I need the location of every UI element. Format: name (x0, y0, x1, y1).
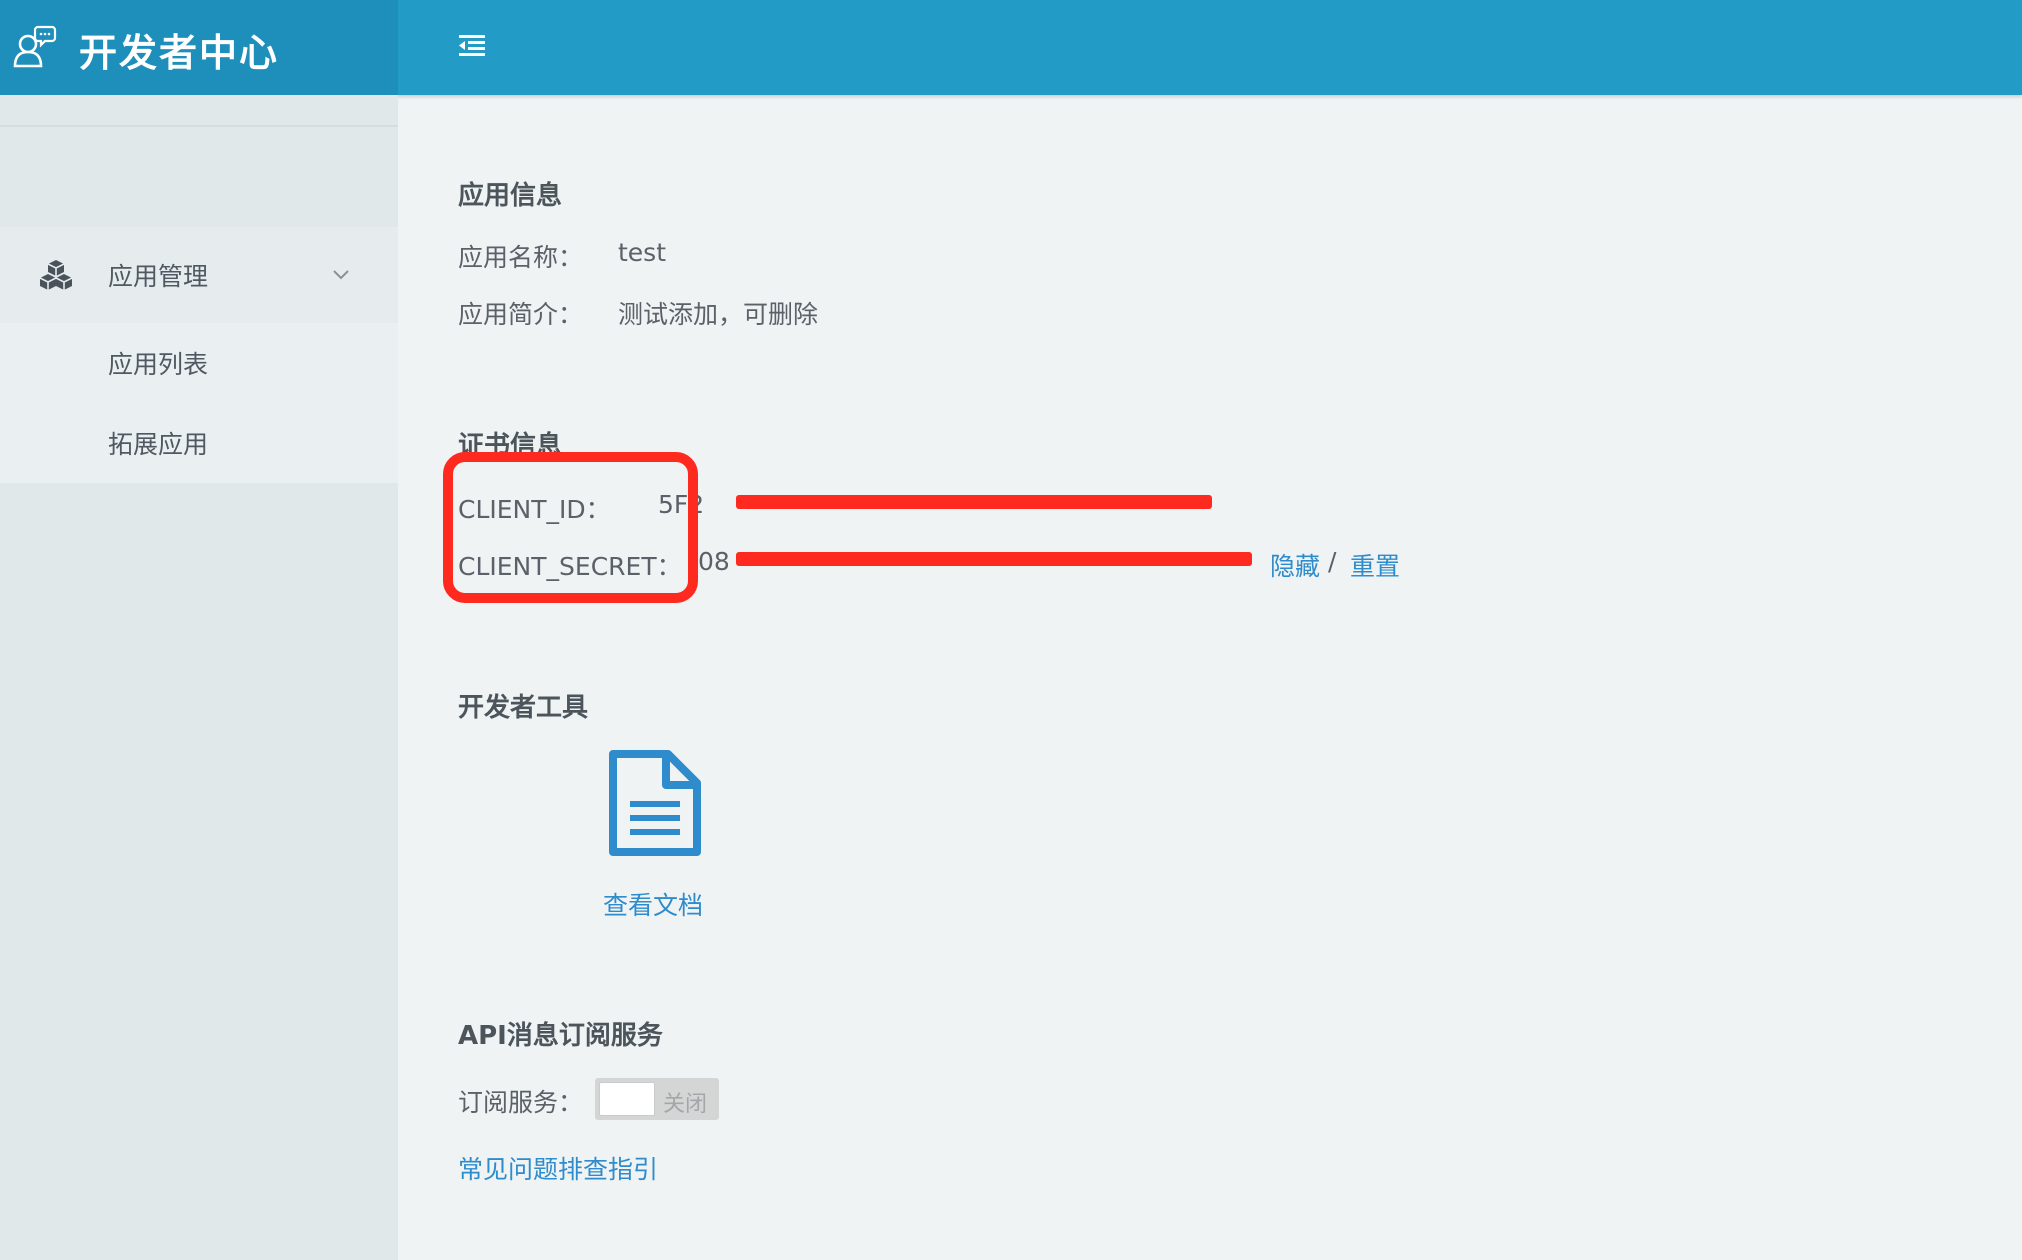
sidebar: 应用管理 应用列表 拓展应用 (0, 95, 398, 1260)
sidebar-group-app-management[interactable]: 应用管理 (0, 227, 398, 323)
redaction-mark (736, 552, 1252, 566)
sidebar-item-label: 应用列表 (108, 350, 209, 379)
client-secret-value: 08 (698, 547, 730, 576)
developer-chat-icon (13, 25, 57, 68)
sidebar-divider (0, 125, 398, 127)
cubes-icon (39, 260, 73, 290)
toggle-state-text: 关闭 (663, 1092, 708, 1117)
brand-area: 开发者中心 (0, 0, 398, 95)
app-info-title: 应用信息 (458, 181, 563, 211)
chevron-down-icon (333, 270, 349, 280)
subscription-toggle[interactable]: 关闭 (595, 1078, 719, 1120)
view-docs-link[interactable]: 查看文档 (603, 886, 703, 922)
redaction-mark (736, 495, 1212, 509)
reset-secret-link[interactable]: 重置 (1350, 547, 1400, 583)
app-desc-value: 测试添加，可删除 (618, 300, 819, 329)
sidebar-item-app-list[interactable]: 应用列表 (0, 323, 398, 403)
hide-secret-link[interactable]: 隐藏 (1270, 547, 1320, 583)
menu-collapse-icon[interactable] (455, 30, 489, 62)
dev-tools-title: 开发者工具 (458, 693, 589, 723)
annotation-highlight-box (443, 452, 698, 603)
subscription-service-label: 订阅服务： (458, 1088, 584, 1117)
document-icon[interactable] (608, 749, 702, 857)
link-separator: / (1328, 547, 1337, 576)
app-name-label: 应用名称： (458, 243, 584, 272)
api-subscription-title: API消息订阅服务 (458, 1021, 663, 1051)
sidebar-group-label: 应用管理 (108, 262, 209, 291)
app-desc-label: 应用简介： (458, 300, 584, 329)
toggle-knob (599, 1082, 655, 1116)
faq-troubleshooting-link[interactable]: 常见问题排查指引 (458, 1150, 658, 1186)
app-name-value: test (618, 238, 667, 267)
sidebar-item-extended-apps[interactable]: 拓展应用 (0, 403, 398, 483)
top-header: 开发者中心 (0, 0, 2022, 95)
sidebar-item-label: 拓展应用 (108, 430, 209, 459)
app-title: 开发者中心 (79, 31, 280, 75)
main-content: 应用信息 应用名称： test 应用简介： 测试添加，可删除 证书信息 CLIE… (398, 95, 2022, 1260)
